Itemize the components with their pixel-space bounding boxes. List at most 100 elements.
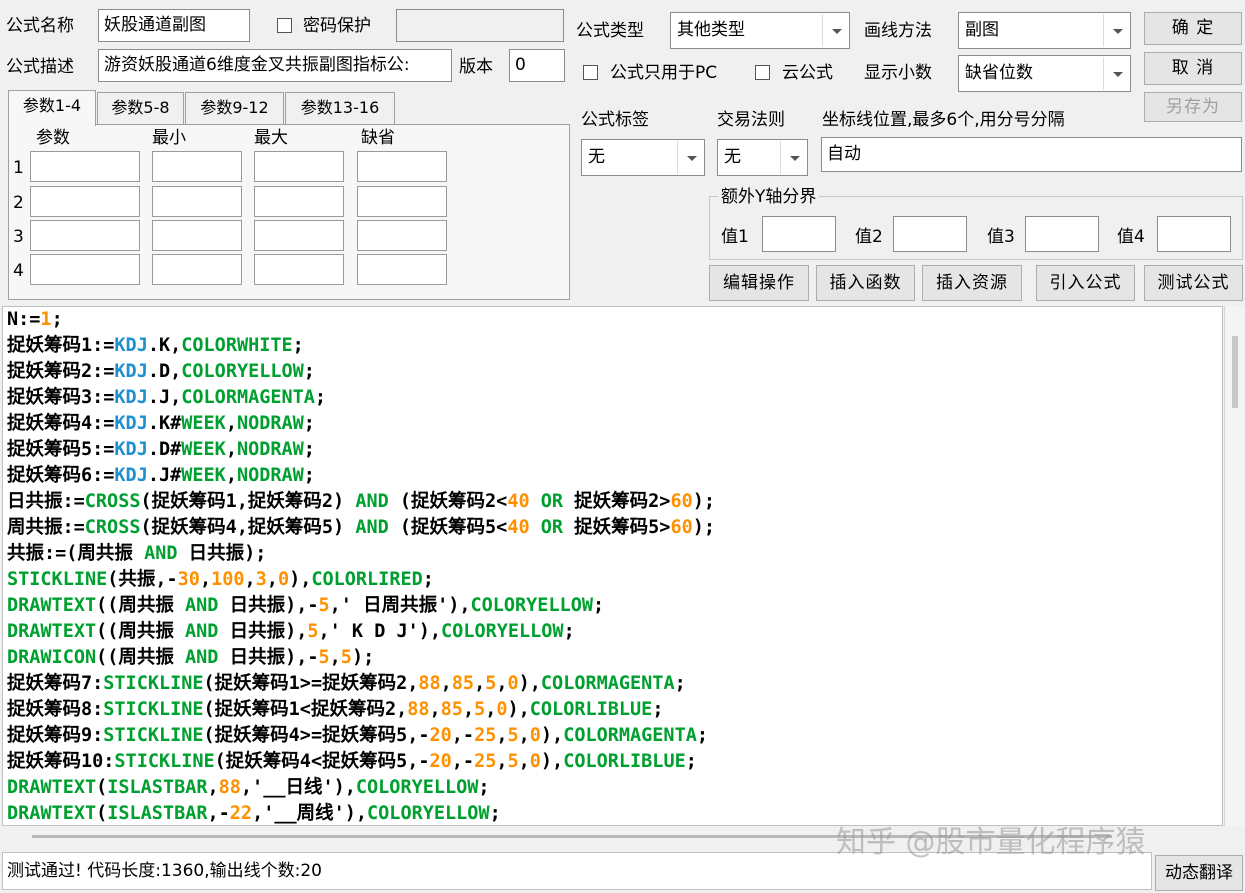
code-line[interactable]: 捉妖筹码5:=KDJ.D#WEEK,NODRAW; bbox=[7, 437, 315, 463]
dynamic-translate-button[interactable]: 动态翻译 bbox=[1155, 855, 1243, 891]
param-name-input[interactable] bbox=[30, 254, 140, 285]
chevron-down-icon[interactable] bbox=[677, 141, 703, 174]
code-line[interactable]: 捉妖筹码7:STICKLINE(捉妖筹码1>=捉妖筹码2,88,85,5,0),… bbox=[7, 671, 686, 697]
param-max-input[interactable] bbox=[254, 254, 344, 285]
code-keyword: COLORYELLOW bbox=[470, 595, 594, 616]
code-line[interactable]: 捉妖筹码4:=KDJ.K#WEEK,NODRAW; bbox=[7, 411, 315, 437]
code-line[interactable]: 捉妖筹码8:STICKLINE(捉妖筹码1<捉妖筹码2,88,85,5,0),C… bbox=[7, 697, 663, 723]
code-text: .J, bbox=[147, 387, 182, 408]
decimals-select[interactable]: 缺省位数 bbox=[958, 55, 1131, 92]
code-line[interactable]: 捉妖筹码3:=KDJ.J,COLORMAGENTA; bbox=[7, 385, 326, 411]
code-text: .D# bbox=[147, 439, 182, 460]
code-line[interactable]: DRAWTEXT(ISLASTBAR,-22,'__周线'),COLORYELL… bbox=[7, 801, 501, 825]
param-default-input[interactable] bbox=[357, 220, 447, 251]
version-input[interactable]: 0 bbox=[509, 49, 565, 82]
code-text: ); bbox=[692, 517, 715, 538]
param-min-input[interactable] bbox=[152, 186, 242, 217]
edit-operation-button[interactable]: 编辑操作 bbox=[709, 265, 809, 301]
code-text: , bbox=[496, 751, 508, 772]
save-as-button[interactable]: 另存为 bbox=[1144, 92, 1242, 122]
param-max-input[interactable] bbox=[254, 186, 344, 217]
code-line[interactable]: 日共振:=CROSS(捉妖筹码1,捉妖筹码2) AND (捉妖筹码2<40 OR… bbox=[7, 489, 715, 515]
code-text: , bbox=[429, 699, 441, 720]
version-label: 版本 bbox=[459, 57, 493, 77]
y-value-1-input[interactable] bbox=[762, 216, 836, 252]
param-max-input[interactable] bbox=[254, 220, 344, 251]
cancel-button[interactable]: 取 消 bbox=[1144, 52, 1242, 85]
code-number: 5 bbox=[474, 699, 486, 720]
chevron-down-icon[interactable] bbox=[1103, 14, 1129, 47]
axis-position-input[interactable]: 自动 bbox=[821, 137, 1242, 172]
code-line[interactable]: 捉妖筹码6:=KDJ.J#WEEK,NODRAW; bbox=[7, 463, 315, 489]
code-keyword: DRAWTEXT bbox=[7, 803, 97, 824]
formula-desc-input[interactable]: 游资妖股通道6维度金叉共振副图指标公: bbox=[98, 49, 452, 82]
tab-params-9-12[interactable]: 参数9-12 bbox=[185, 92, 284, 124]
param-name-input[interactable] bbox=[30, 186, 140, 217]
param-max-input[interactable] bbox=[254, 151, 344, 182]
code-keyword: COLORLIRED bbox=[311, 569, 423, 590]
code-line[interactable]: 捉妖筹码10:STICKLINE(捉妖筹码4<捉妖筹码5,-20,-25,5,0… bbox=[7, 749, 697, 775]
code-text: , bbox=[199, 569, 212, 590]
formula-name-input[interactable]: 妖股通道副图 bbox=[98, 9, 250, 42]
ok-button[interactable]: 确 定 bbox=[1144, 12, 1242, 45]
trade-rule-select[interactable]: 无 bbox=[717, 139, 808, 176]
tab-params-1-4[interactable]: 参数1-4 bbox=[8, 90, 96, 126]
param-name-input[interactable] bbox=[30, 151, 140, 182]
cloud-checkbox[interactable] bbox=[755, 65, 770, 80]
code-keyword: STICKLINE bbox=[103, 673, 204, 694]
password-input[interactable] bbox=[396, 9, 564, 42]
password-checkbox[interactable] bbox=[277, 18, 292, 33]
param-min-input[interactable] bbox=[152, 151, 242, 182]
param-default-input[interactable] bbox=[357, 254, 447, 285]
chevron-down-icon[interactable] bbox=[822, 14, 848, 47]
chevron-down-icon[interactable] bbox=[1103, 57, 1129, 90]
code-line[interactable]: DRAWTEXT((周共振 AND 日共振),-5,' 日周共振'),COLOR… bbox=[7, 593, 604, 619]
chevron-down-icon[interactable] bbox=[780, 141, 806, 174]
vertical-scrollbar[interactable] bbox=[1224, 306, 1245, 826]
code-line[interactable]: 共振:=(周共振 AND 日共振); bbox=[7, 541, 266, 567]
code-text: 捉妖筹码10: bbox=[7, 751, 115, 772]
pc-only-checkbox[interactable] bbox=[583, 65, 598, 80]
y-value-4-input[interactable] bbox=[1157, 216, 1231, 252]
code-number: 60 bbox=[670, 491, 693, 512]
tab-params-5-8[interactable]: 参数5-8 bbox=[97, 92, 184, 124]
y-value-3-input[interactable] bbox=[1025, 216, 1099, 252]
code-number: 5 bbox=[318, 647, 330, 668]
trade-rule-value: 无 bbox=[724, 147, 741, 167]
code-keyword: WEEK bbox=[181, 439, 226, 460]
formula-type-select[interactable]: 其他类型 bbox=[670, 12, 850, 49]
test-formula-button[interactable]: 测试公式 bbox=[1144, 265, 1243, 301]
code-text: .K# bbox=[147, 413, 182, 434]
code-line[interactable]: DRAWTEXT((周共振 AND 日共振),5,' K D J'),COLOR… bbox=[7, 619, 575, 645]
param-min-input[interactable] bbox=[152, 254, 242, 285]
y-value-2-input[interactable] bbox=[893, 216, 967, 252]
param-default-input[interactable] bbox=[357, 186, 447, 217]
formula-name-label: 公式名称 bbox=[6, 16, 74, 36]
code-line[interactable]: 周共振:=CROSS(捉妖筹码4,捉妖筹码5) AND (捉妖筹码5<40 OR… bbox=[7, 515, 715, 541]
draw-method-select[interactable]: 副图 bbox=[958, 12, 1131, 49]
code-text: (捉妖筹码4>=捉妖筹码5,- bbox=[203, 725, 430, 746]
code-number: 22 bbox=[229, 803, 253, 824]
code-line[interactable]: 捉妖筹码2:=KDJ.D,COLORYELLOW; bbox=[7, 359, 315, 385]
code-number: 5 bbox=[307, 621, 319, 642]
code-text: ; bbox=[314, 387, 327, 408]
code-line[interactable]: 捉妖筹码1:=KDJ.K,COLORWHITE; bbox=[7, 333, 304, 359]
import-formula-button[interactable]: 引入公式 bbox=[1036, 265, 1135, 301]
code-line[interactable]: N:=1; bbox=[7, 307, 63, 333]
code-line[interactable]: STICKLINE(共振,-30,100,3,0),COLORLIRED; bbox=[7, 567, 434, 593]
scrollbar-thumb[interactable] bbox=[1232, 336, 1238, 408]
code-line[interactable]: DRAWICON((周共振 AND 日共振),-5,5); bbox=[7, 645, 374, 671]
code-editor[interactable]: N:=1; 捉妖筹码1:=KDJ.K,COLORWHITE; 捉妖筹码2:=KDJ.… bbox=[2, 306, 1223, 826]
code-line[interactable]: 捉妖筹码9:STICKLINE(捉妖筹码4>=捉妖筹码5,-20,-25,5,0… bbox=[7, 723, 708, 749]
code-text: 日共振); bbox=[177, 543, 267, 564]
insert-function-button[interactable]: 插入函数 bbox=[816, 265, 915, 301]
param-default-input[interactable] bbox=[357, 151, 447, 182]
insert-resource-button[interactable]: 插入资源 bbox=[922, 265, 1022, 301]
tab-params-13-16[interactable]: 参数13-16 bbox=[285, 92, 395, 124]
code-text: 捉妖筹码8: bbox=[7, 699, 104, 720]
code-number: 0 bbox=[529, 725, 541, 746]
param-min-input[interactable] bbox=[152, 220, 242, 251]
code-line[interactable]: DRAWTEXT(ISLASTBAR,88,'__日线'),COLORYELLO… bbox=[7, 775, 490, 801]
param-name-input[interactable] bbox=[30, 220, 140, 251]
tag-select[interactable]: 无 bbox=[581, 139, 705, 176]
